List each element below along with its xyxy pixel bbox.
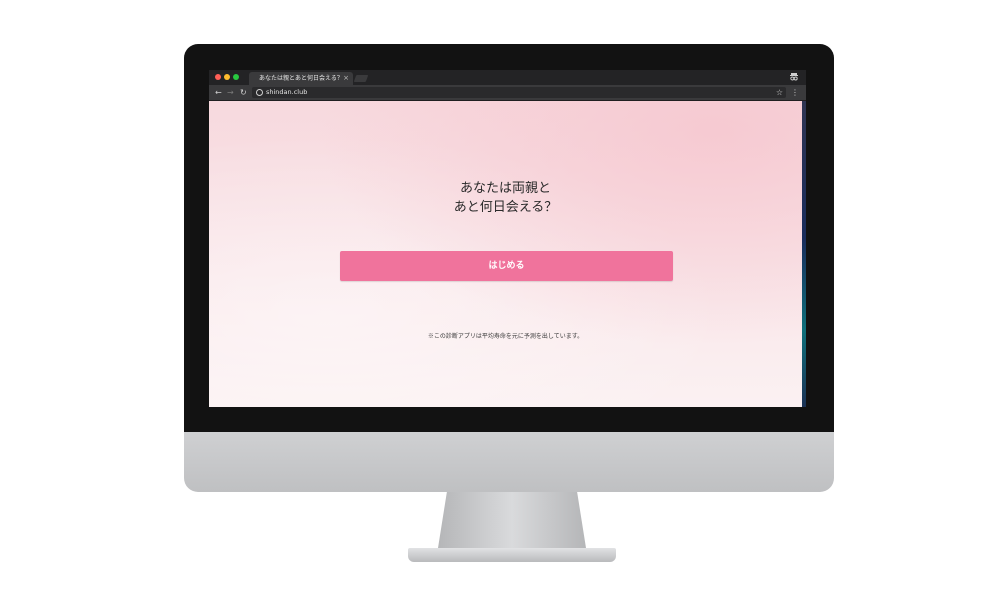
mockup-stage: あなたは親とあと何日会える？ × ← → ↻ shindan.club ☆ ⋮ [0,0,1000,600]
back-arrow-icon[interactable]: ← [215,85,222,100]
desktop-wallpaper-strip [802,101,806,407]
reload-icon[interactable]: ↻ [240,85,247,100]
browser-tab-active[interactable]: あなたは親とあと何日会える？ × [249,72,353,85]
incognito-profile-icon[interactable] [790,72,798,81]
window-close-button[interactable] [215,74,221,80]
window-minimize-button[interactable] [224,74,230,80]
monitor-stand-foot [408,548,616,562]
url-text[interactable]: shindan.club [266,87,307,98]
web-page: あなたは両親と あと何日会える？ はじめる ※この診断アプリは平均寿命を元に予測… [209,101,802,407]
start-button[interactable]: はじめる [340,251,673,281]
monitor-chin [184,432,834,492]
address-bar[interactable]: shindan.club ☆ [252,87,786,98]
page-headline: あなたは両親と あと何日会える？ [209,179,802,217]
monitor-screen: あなたは親とあと何日会える？ × ← → ↻ shindan.club ☆ ⋮ [209,70,806,407]
new-tab-button[interactable] [353,75,369,82]
tab-title: あなたは親とあと何日会える？ [259,75,343,82]
info-icon[interactable] [256,89,263,96]
disclaimer-text: ※この診断アプリは平均寿命を元に予測を出しています。 [427,333,584,340]
bookmark-star-icon[interactable]: ☆ [776,87,783,98]
headline-line-1: あなたは両親と [459,181,551,196]
browser-tab-bar: あなたは親とあと何日会える？ × [209,70,806,85]
monitor-stand-neck [438,492,586,548]
browser-toolbar: ← → ↻ shindan.club ☆ ⋮ [209,85,806,101]
kebab-menu-icon[interactable]: ⋮ [791,85,799,100]
headline-line-2: あと何日会える？ [453,200,558,215]
window-zoom-button[interactable] [233,74,239,80]
tab-close-icon[interactable]: × [343,73,349,84]
forward-arrow-icon[interactable]: → [227,85,234,100]
